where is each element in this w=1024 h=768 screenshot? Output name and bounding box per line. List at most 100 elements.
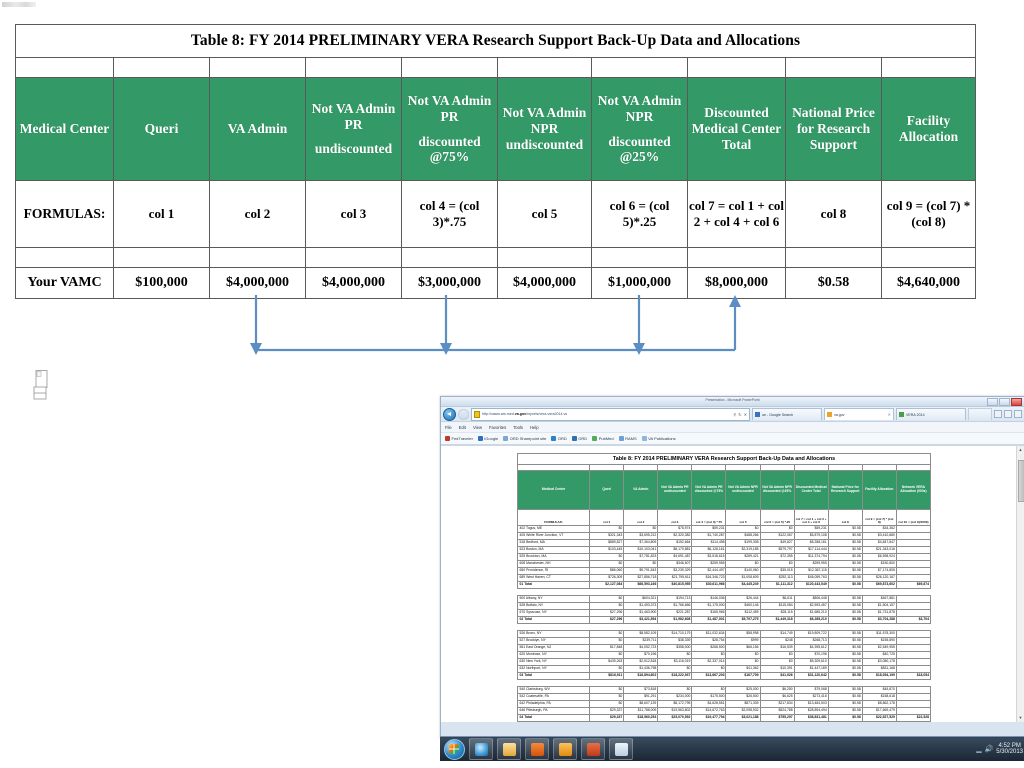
forward-button-icon[interactable] <box>458 408 469 420</box>
doc-row-label: 500 Albany, NY <box>516 595 591 604</box>
tray-network-icon[interactable]: ▁ <box>976 745 981 753</box>
search-icon[interactable]: ⚲ <box>733 412 736 417</box>
close-icon[interactable]: ✕ <box>744 412 747 417</box>
spacer-cell <box>591 57 688 78</box>
doc-cell-col-2: $7,364,809 <box>623 539 659 548</box>
doc-cell-col-1: $17,848 <box>589 644 625 653</box>
doc-column-header-network-vera-allocation: Network VERA Allocation (000s) <box>895 470 932 511</box>
browser-navigation-bar[interactable]: http://vaww.ars.med.va.gov/reports/vera-… <box>441 407 1024 422</box>
doc-cell-col-6: $28,115 <box>759 609 795 618</box>
doc-cell-col-4 <box>692 589 726 596</box>
browser-menu-bar[interactable]: File Edit View Favorites Tools Help <box>441 422 1024 433</box>
doc-cell-col-9: $150,800 <box>861 560 897 569</box>
system-tray[interactable]: ▁ 🔊 4:52 PM 5/30/2013 <box>976 743 1024 756</box>
doc-cell-col-6: $14,749 <box>759 630 795 639</box>
doc-row-label: 689 West Haven, CT <box>516 574 591 583</box>
minimize-button[interactable] <box>987 398 998 406</box>
media-player-icon <box>530 742 544 756</box>
gap-cell <box>15 247 114 268</box>
doc-cell-col-10: $22,528 <box>895 714 932 722</box>
address-bar[interactable]: http://vaww.ars.med.va.gov/reports/vera-… <box>471 407 750 421</box>
column-header-not-va-admin-npr-discounted: Not VA Admin NPR discounted @25% <box>591 77 688 181</box>
doc-cell-col-5: $0 <box>725 525 761 534</box>
taskbar-document-window-button[interactable] <box>609 738 633 760</box>
doc-cell-col-8: $0.58 <box>827 672 863 681</box>
doc-cell-col-6: $122,067 <box>759 532 795 541</box>
doc-row-label: 526 Bronx, NY <box>516 630 591 639</box>
doc-cell-col-1: $103,445 <box>589 546 625 555</box>
doc-formulas-label: FORMULAS: <box>516 509 591 527</box>
doc-formula-row: FORMULAS: col 1 col 2 col 3 col 4 = (col… <box>516 509 932 527</box>
menu-item-edit[interactable]: Edit <box>459 425 466 430</box>
doc-cell-col-4: $0 <box>691 665 727 674</box>
doc-cell-col-7: $273,416 <box>793 693 829 702</box>
favorite-ord-2[interactable]: ORD <box>571 436 587 441</box>
tab-va-gov[interactable]: va.gov ✕ <box>824 408 894 420</box>
gear-icon[interactable] <box>1014 410 1022 418</box>
home-icon[interactable] <box>994 410 1002 418</box>
browser-toolbar-icons[interactable] <box>994 410 1022 418</box>
scroll-down-icon[interactable]: ▼ <box>1018 715 1023 721</box>
gap-cell <box>113 247 210 268</box>
taskbar-file-explorer-button[interactable] <box>497 738 521 760</box>
taskbar-media-player-button[interactable] <box>525 738 549 760</box>
doc-cell-col-4: $2,444,497 <box>691 567 727 576</box>
doc-cell-col-10 <box>895 665 932 674</box>
menu-item-view[interactable]: View <box>473 425 482 430</box>
tab-vera-2014[interactable]: VERA 2014 <box>896 408 966 420</box>
menu-item-favorites[interactable]: Favorites <box>489 425 506 430</box>
scrollbar-thumb[interactable] <box>1018 460 1024 502</box>
favorite-pubmed[interactable]: PubMed <box>592 436 614 441</box>
favorite-igoogle[interactable]: iGoogle <box>477 436 498 441</box>
menu-item-file[interactable]: File <box>445 425 452 430</box>
favorite-ord-1[interactable]: ORD <box>551 436 567 441</box>
favorite-ord-sharepoint-site[interactable]: ORD Sharepoint site <box>503 436 546 441</box>
embedded-browser-window[interactable]: Presentation - Microsoft PowerPoint http… <box>440 396 1024 738</box>
windows-start-orb-icon[interactable] <box>444 738 465 760</box>
favorite-fedtraveler[interactable]: FedTraveler <box>445 436 473 441</box>
scroll-up-icon[interactable]: ▲ <box>1018 447 1023 453</box>
doc-cell-col-2: $11,788,009 <box>623 707 659 716</box>
doc-cell-col-2 <box>624 680 658 687</box>
taskbar-clock[interactable]: 4:52 PM 5/30/2013 <box>996 743 1024 756</box>
browser-favorites-bar[interactable]: FedTraveler iGoogle ORD Sharepoint site … <box>441 433 1024 445</box>
tab-close-icon[interactable]: ✕ <box>888 412 891 417</box>
menu-item-help[interactable]: Help <box>530 425 539 430</box>
browser-title-bar[interactable]: Presentation - Microsoft PowerPoint <box>441 397 1024 407</box>
taskbar-outlook-button[interactable] <box>553 738 577 760</box>
doc-cell-col-8: $0.58 <box>827 644 863 653</box>
favorite-rams[interactable]: RAMS <box>618 436 637 441</box>
window-controls[interactable] <box>987 398 1022 406</box>
maximize-button[interactable] <box>999 398 1010 406</box>
formula-col-6: col 6 = (col 5)*.25 <box>591 180 688 248</box>
doc-cell-col-6: $217,834 <box>759 700 795 709</box>
close-button[interactable] <box>1011 398 1022 406</box>
taskbar-powerpoint-button[interactable] <box>581 738 605 760</box>
back-button-icon[interactable] <box>443 407 456 421</box>
tab-title: ue - Google Search <box>762 412 794 417</box>
column-header-queri: Queri <box>113 77 210 181</box>
doc-row-label: 03 Total <box>516 672 591 681</box>
tray-volume-icon[interactable]: 🔊 <box>985 745 994 753</box>
vertical-scrollbar[interactable]: ▲ ▼ <box>1016 446 1024 722</box>
favorite-va-publications[interactable]: VA Publications <box>641 436 676 441</box>
taskbar-internet-explorer-button[interactable] <box>469 738 493 760</box>
menu-item-tools[interactable]: Tools <box>513 425 523 430</box>
tab-google-search[interactable]: ue - Google Search <box>752 408 822 420</box>
doc-cell-col-9 <box>862 589 896 596</box>
new-tab-button[interactable] <box>968 408 992 420</box>
favorite-icon <box>571 436 577 441</box>
tab-favicon-icon <box>755 412 760 417</box>
doc-cell-col-1: $29,337 <box>589 714 625 722</box>
doc-cell-col-9: $3,704,288 <box>861 616 897 625</box>
doc-cell-col-6 <box>760 589 794 596</box>
doc-table-row: 526 Bronx, NY $0 $8,582,109 $14,710,179 $11,… <box>516 630 932 639</box>
value-col-9: $4,640,000 <box>880 267 977 299</box>
windows-taskbar[interactable]: ▁ 🔊 4:52 PM 5/30/2013 <box>440 736 1024 761</box>
doc-cell-col-9: $11,578,300 <box>861 630 897 639</box>
refresh-icon[interactable]: ↻ <box>738 412 741 417</box>
doc-cell-col-4: $1,487,001 <box>691 616 727 625</box>
doc-cell-col-3 <box>658 589 692 596</box>
favorites-star-icon[interactable] <box>1004 410 1012 418</box>
doc-row-label: 646 Pittsburgh, PA <box>516 707 591 716</box>
